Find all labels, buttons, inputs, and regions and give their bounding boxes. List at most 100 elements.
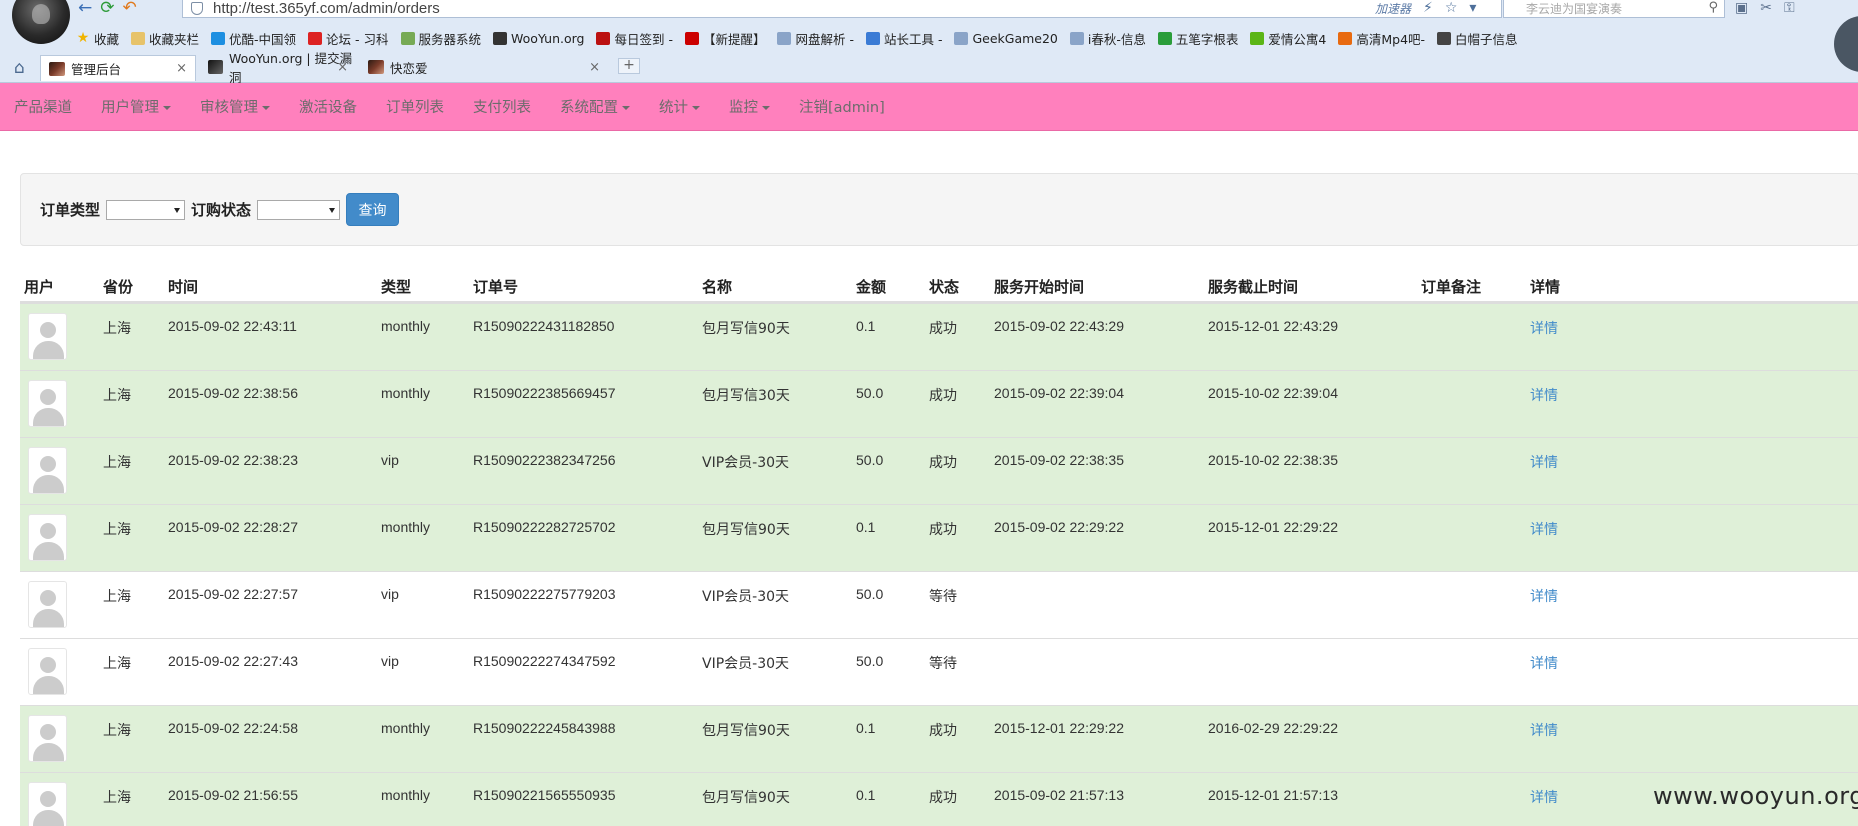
bookmark-item[interactable]: 站长工具 -: [865, 29, 942, 48]
tab-admin[interactable]: 管理后台 ×: [40, 55, 196, 81]
bookmark-item[interactable]: 收藏夹栏: [131, 29, 199, 48]
nav-item[interactable]: 监控: [729, 96, 770, 117]
nav-item[interactable]: 用户管理: [101, 96, 171, 117]
cell-name: 包月写信90天: [702, 522, 790, 538]
browser-nav-buttons: ← ⟳ ↶: [78, 0, 137, 17]
detail-link[interactable]: 详情: [1530, 318, 1558, 338]
bookmark-label: 论坛 - 习科: [326, 31, 389, 47]
bookmark-item[interactable]: i春秋-信息: [1069, 29, 1146, 48]
tab-favicon-icon: [368, 60, 384, 74]
nav-item[interactable]: 统计: [659, 96, 700, 117]
nav-item[interactable]: 激活设备: [299, 96, 357, 117]
bookmark-item[interactable]: 爱情公寓4: [1250, 29, 1326, 48]
order-type-select[interactable]: [106, 199, 186, 220]
bookmark-item[interactable]: ★ 收藏: [76, 29, 119, 48]
lightning-icon[interactable]: ⚡: [1423, 0, 1433, 16]
query-button[interactable]: 查询: [346, 193, 400, 226]
detail-link[interactable]: 详情: [1530, 385, 1558, 405]
table-row: 上海 2015-09-02 22:27:43 vip R150902222743475…: [20, 638, 1858, 705]
detail-link[interactable]: 详情: [1530, 452, 1558, 472]
scissors-icon[interactable]: ✂: [1760, 0, 1772, 16]
cell-type: monthly: [381, 318, 431, 334]
nav-item[interactable]: 审核管理: [200, 96, 270, 117]
bookmark-item[interactable]: WooYun.org: [493, 31, 584, 46]
refresh-icon[interactable]: ⟳: [100, 0, 114, 17]
order-status-select[interactable]: [257, 199, 341, 220]
cell-time: 2015-09-02 21:56:55: [168, 787, 298, 803]
table-row: 上海 2015-09-02 22:38:23 vip R150902223823472…: [20, 437, 1858, 504]
table-row: 上海 2015-09-02 22:38:56 monthly R15090222385…: [20, 370, 1858, 437]
extension-icon[interactable]: ▣: [1735, 0, 1748, 16]
nav-item-label: 统计: [659, 100, 688, 116]
accelerator-label[interactable]: 加速器: [1375, 0, 1411, 17]
nav-item[interactable]: 订单列表: [386, 96, 444, 117]
column-header: 金额: [856, 278, 887, 296]
nav-item-label: 用户管理: [101, 100, 159, 116]
browser-chrome: ← ⟳ ↶ http://test.365yf.com/admin/orders…: [0, 0, 1858, 85]
cell-start: 2015-09-02 22:43:29: [994, 318, 1124, 334]
bookmark-item[interactable]: 高清Mp4吧-: [1338, 29, 1425, 48]
detail-link[interactable]: 详情: [1530, 720, 1558, 740]
cell-time: 2015-09-02 22:43:11: [168, 318, 297, 334]
search-icon[interactable]: ⚲: [1708, 0, 1718, 15]
cell-type: monthly: [381, 787, 431, 803]
cell-type: vip: [381, 452, 399, 468]
close-tab-icon[interactable]: ×: [176, 61, 187, 76]
nav-item[interactable]: 注销[admin]: [799, 96, 885, 117]
cell-order-no: R15090222431182850: [473, 318, 615, 334]
nav-item[interactable]: 支付列表: [473, 96, 531, 117]
bookmark-item[interactable]: 【新提醒】: [684, 29, 765, 48]
bookmark-item[interactable]: GeekGame20: [954, 31, 1058, 46]
cell-province: 上海: [103, 522, 131, 538]
cell-order-no: R15090222382347256: [473, 452, 616, 468]
bookmark-item[interactable]: 优酷-中国领: [211, 29, 296, 48]
nav-item[interactable]: 系统配置: [560, 96, 630, 117]
detail-link[interactable]: 详情: [1530, 519, 1558, 539]
undo-icon[interactable]: ↶: [123, 0, 137, 17]
cell-end: 2015-12-01 22:43:29: [1208, 318, 1338, 334]
bookmark-item[interactable]: 网盘解析 -: [777, 29, 854, 48]
wooyun-icon: [493, 31, 508, 45]
detail-link[interactable]: 详情: [1530, 586, 1558, 606]
close-tab-icon[interactable]: ×: [589, 60, 600, 75]
nav-item-label: 订单列表: [386, 100, 444, 116]
bookmark-item[interactable]: 每日签到 -: [596, 29, 673, 48]
cell-name: 包月写信30天: [702, 388, 790, 404]
bookmark-item[interactable]: 服务器系统: [400, 29, 481, 48]
avatar-head: [40, 590, 56, 606]
favorite-star-icon[interactable]: ☆: [1445, 0, 1458, 16]
home-icon[interactable]: ⌂: [14, 58, 25, 78]
cell-start: 2015-09-02 22:39:04: [994, 385, 1124, 401]
bookmark-item[interactable]: 五笔字根表: [1157, 29, 1238, 48]
tab-kuailianai[interactable]: 快恋爱 ×: [360, 55, 608, 79]
cell-name: VIP会员-30天: [702, 656, 790, 672]
back-arrow-icon[interactable]: ←: [78, 0, 92, 17]
browser-search-box[interactable]: 李云迪为国宴演奏 ⚲: [1503, 0, 1725, 18]
cell-order-no: R15090222282725702: [473, 519, 616, 535]
address-url[interactable]: http://test.365yf.com/admin/orders: [213, 0, 440, 17]
nav-item[interactable]: 产品渠道: [14, 96, 72, 117]
new-tab-button[interactable]: +: [618, 58, 640, 74]
detail-link[interactable]: 详情: [1530, 653, 1558, 673]
avatar: [28, 648, 67, 695]
address-bar[interactable]: http://test.365yf.com/admin/orders: [182, 0, 1502, 18]
bookmark-item[interactable]: 论坛 - 习科: [308, 29, 389, 48]
caret-down-icon: [622, 106, 630, 110]
cell-amount: 50.0: [856, 653, 884, 669]
chevron-down-icon[interactable]: ▾: [1469, 0, 1476, 16]
tab-wooyun[interactable]: WooYun.org | 提交漏洞 ×: [200, 51, 356, 85]
bookmark-item[interactable]: 白帽子信息: [1437, 29, 1518, 48]
detail-link[interactable]: 详情: [1530, 787, 1558, 807]
shield-icon: [191, 1, 203, 15]
key-icon[interactable]: ⚿: [1784, 0, 1795, 16]
h-icon: [684, 31, 699, 45]
bookmark-label: 网盘解析 -: [795, 31, 854, 47]
close-tab-icon[interactable]: ×: [337, 60, 348, 75]
cell-start: 2015-09-02 22:29:22: [994, 519, 1124, 535]
column-header: 类型: [381, 278, 412, 296]
nav-item-label: 审核管理: [200, 100, 258, 116]
table-row: 上海 2015-09-02 22:27:57 vip R150902222757792…: [20, 571, 1858, 638]
avatar-body: [33, 609, 64, 627]
cell-province: 上海: [103, 656, 131, 672]
cell-type: vip: [381, 586, 399, 602]
